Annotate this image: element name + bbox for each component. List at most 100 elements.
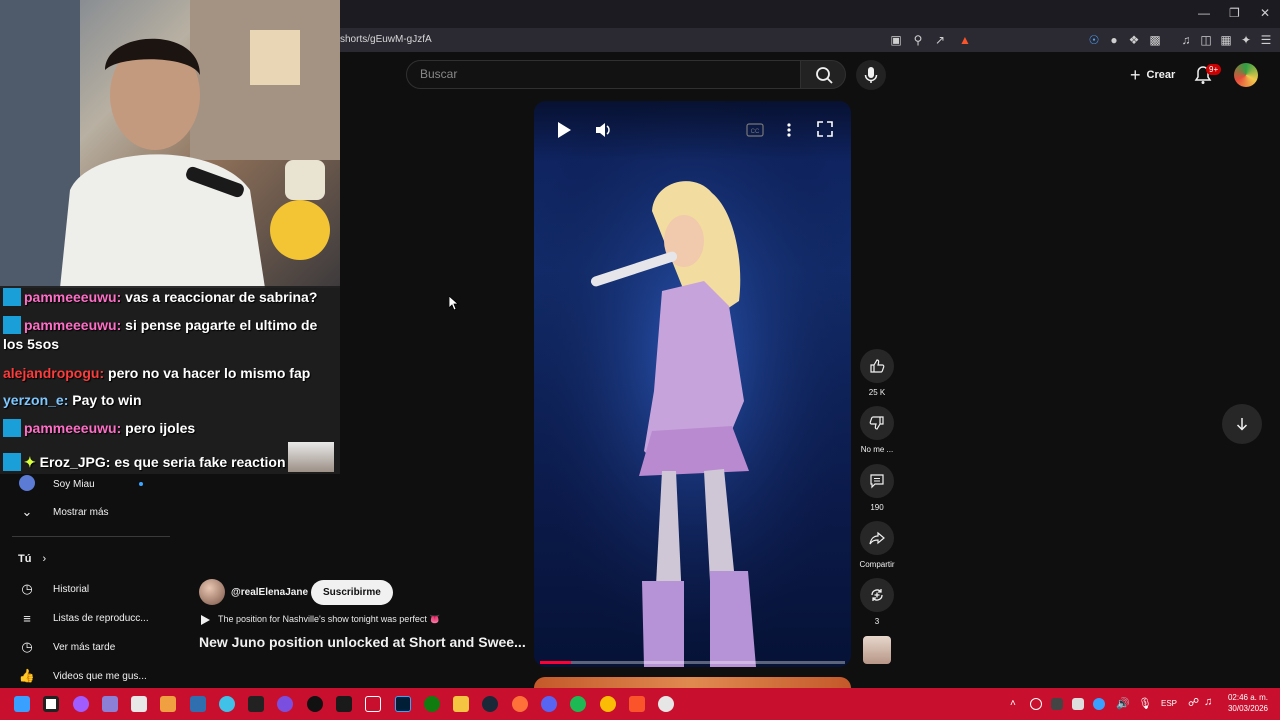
extension-icon[interactable]: ●	[1107, 33, 1121, 47]
minimize-icon[interactable]: —	[1198, 6, 1210, 20]
comments-button[interactable]	[860, 464, 894, 498]
sidebar-toggle-icon[interactable]: ◫	[1199, 33, 1213, 47]
tray-icon[interactable]	[1030, 698, 1042, 710]
chat-username: pammeeeuwu	[24, 289, 117, 305]
app-icon[interactable]	[160, 696, 176, 712]
input-language[interactable]: ESP	[1161, 699, 1177, 708]
music-icon[interactable]: ♫	[1179, 33, 1193, 47]
start-icon[interactable]	[14, 696, 30, 712]
video-progress-bar[interactable]	[540, 661, 845, 664]
network-icon[interactable]: ☍	[1188, 696, 1199, 709]
sidebar-item-watch-later[interactable]: ◷ Ver más tarde	[0, 633, 170, 661]
sidebar-item-playlists[interactable]: ≡ Listas de reproducc...	[0, 604, 170, 632]
brave-icon[interactable]	[629, 696, 645, 712]
remix-action[interactable]: 3	[860, 578, 894, 626]
file-explorer-icon[interactable]	[453, 696, 469, 712]
next-short-preview[interactable]	[534, 677, 851, 688]
url-text[interactable]: shorts/gEuwM-gJzfA	[340, 34, 432, 45]
app-icon[interactable]	[277, 696, 293, 712]
fullscreen-icon[interactable]	[817, 121, 833, 137]
firefox-icon[interactable]	[512, 696, 528, 712]
tray-icon[interactable]	[1093, 698, 1105, 710]
reader-view-icon[interactable]: ▣	[889, 33, 903, 47]
app-icon[interactable]	[73, 696, 89, 712]
volume-icon[interactable]	[594, 121, 612, 139]
sound-thumbnail[interactable]	[863, 636, 891, 664]
wallet-icon[interactable]: ▩	[1148, 33, 1162, 47]
search-icon	[816, 67, 833, 84]
app-icon[interactable]	[307, 696, 323, 712]
short-caption: The position for Nashville's show tonigh…	[218, 614, 441, 624]
tray-chevron-icon[interactable]: ˄	[1010, 698, 1016, 709]
photoshop-icon[interactable]	[395, 696, 411, 712]
app-icon[interactable]	[365, 696, 381, 712]
brave-shield-icon[interactable]: ▲	[958, 33, 972, 47]
more-options-icon[interactable]	[784, 121, 794, 139]
chat-emote-image	[288, 442, 334, 472]
discord-icon[interactable]	[541, 696, 557, 712]
channel-avatar[interactable]	[199, 579, 225, 605]
dislike-button[interactable]	[860, 406, 894, 440]
app-icon[interactable]	[102, 696, 118, 712]
comment-icon	[870, 474, 884, 489]
share-page-icon[interactable]: ↗	[933, 33, 947, 47]
search-input[interactable]	[406, 60, 801, 89]
sidebar-item-history[interactable]: ◷ Historial	[0, 575, 170, 603]
spotify-icon[interactable]	[570, 696, 586, 712]
app-icon[interactable]	[248, 696, 264, 712]
xbox-icon[interactable]	[424, 696, 440, 712]
captions-icon[interactable]: CC	[746, 123, 764, 137]
voice-search-button[interactable]	[856, 60, 886, 90]
puzzle-icon[interactable]: ❖	[1127, 33, 1141, 47]
app-icon[interactable]	[336, 696, 352, 712]
create-button[interactable]: + Crear	[1124, 61, 1181, 89]
sidebar-item-soy-miau[interactable]: Soy Miau	[0, 470, 170, 498]
app-icon[interactable]	[131, 696, 147, 712]
mic-tray-icon[interactable]: 🎙	[1138, 697, 1152, 710]
short-video-player[interactable]: CC	[534, 101, 851, 667]
chat-separator: :	[116, 420, 122, 436]
taskbar-clock[interactable]: 02:46 a. m. 30/03/2026	[1222, 692, 1268, 714]
app-icon[interactable]	[190, 696, 206, 712]
chrome-icon[interactable]	[600, 696, 616, 712]
menu-icon[interactable]: ☰	[1259, 33, 1273, 47]
short-caption-row[interactable]: The position for Nashville's show tonigh…	[200, 614, 441, 625]
steam-icon[interactable]	[482, 696, 498, 712]
zoom-icon[interactable]: ⚲	[911, 33, 925, 47]
restore-icon[interactable]: ❐	[1229, 6, 1240, 20]
like-button[interactable]	[860, 349, 894, 383]
sidebar-section-you[interactable]: Tú ›	[18, 553, 46, 565]
dislike-action[interactable]: No me ...	[860, 406, 894, 454]
chat-message: ✦ Eroz_JPG: es que seria fake reaction	[3, 452, 286, 472]
play-icon[interactable]	[556, 121, 572, 139]
volume-tray-icon[interactable]: 🔊	[1116, 697, 1130, 710]
app-icon[interactable]	[219, 696, 235, 712]
subscriber-badge-icon	[3, 288, 21, 307]
leo-icon[interactable]: ✦	[1239, 33, 1253, 47]
like-action[interactable]: 25 K	[860, 349, 894, 397]
short-title[interactable]: New Juno position unlocked at Short and …	[199, 634, 526, 650]
tray-icon[interactable]	[1072, 698, 1084, 710]
audio-icon[interactable]: ☉	[1087, 33, 1101, 47]
channel-name[interactable]: @realElenaJane	[231, 587, 308, 598]
share-button[interactable]	[860, 521, 894, 555]
close-icon[interactable]: ✕	[1260, 6, 1270, 20]
remix-button[interactable]	[860, 578, 894, 612]
comments-count: 190	[870, 503, 884, 512]
comments-action[interactable]: 190	[860, 464, 894, 512]
task-view-icon[interactable]	[43, 696, 59, 712]
live-dot	[138, 482, 143, 486]
speaker-icon[interactable]: ♫	[1204, 696, 1212, 708]
sidebar-item-liked-videos[interactable]: 👍 Videos que me gus...	[0, 662, 170, 690]
chevron-right-icon: ›	[42, 553, 47, 565]
sidebar-item-show-more[interactable]: ⌄ Mostrar más	[0, 498, 170, 526]
tray-icon[interactable]	[1051, 698, 1063, 710]
search-button[interactable]	[800, 60, 846, 89]
share-action[interactable]: Compartir	[856, 521, 898, 569]
account-avatar[interactable]	[1234, 63, 1258, 87]
next-short-button[interactable]	[1222, 404, 1262, 444]
subscribe-button[interactable]: Suscribirme	[311, 580, 393, 605]
video-progress-fill	[540, 661, 571, 664]
app-icon[interactable]	[658, 696, 674, 712]
wallet-2-icon[interactable]: ▦	[1219, 33, 1233, 47]
